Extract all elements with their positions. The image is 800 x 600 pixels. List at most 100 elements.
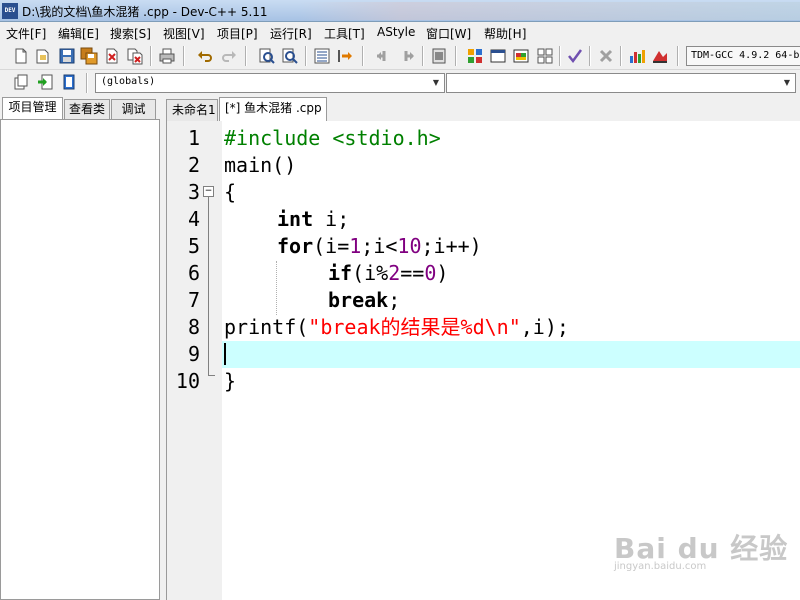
menu-help[interactable]: 帮助[H] [484, 25, 526, 42]
editor-tabs: 未命名1 [*] 鱼木混猪 .cpp [166, 97, 800, 121]
menu-astyle[interactable]: AStyle [377, 25, 415, 39]
line-number: 7 [187, 288, 200, 312]
code-line-10: 10 } [167, 368, 800, 395]
code-fragment: ) [436, 261, 449, 285]
title-bar: DEV D:\我的文档\鱼木混猪 .cpp - Dev-C++ 5.11 [0, 0, 800, 22]
line-text: break; [328, 287, 400, 314]
chart-icon[interactable] [628, 47, 646, 65]
replace-icon[interactable] [281, 47, 299, 65]
code-line-7: 7 break; [167, 287, 800, 314]
project-tree-panel[interactable] [0, 119, 160, 600]
tab-project-manager[interactable]: 项目管理 [2, 97, 63, 119]
code-line-1: 1 #include <stdio.h> [167, 125, 800, 152]
compile-icon[interactable] [430, 47, 448, 65]
code-line-8: 8 printf("break的结果是%d\n",i); [167, 314, 800, 341]
line-text: printf("break的结果是%d\n",i); [224, 314, 569, 341]
menu-file[interactable]: 文件[F] [6, 25, 46, 42]
line-text: #include <stdio.h> [224, 126, 441, 150]
menu-tools[interactable]: 工具[T] [324, 25, 365, 42]
line-number: 4 [187, 207, 200, 231]
unindent-icon[interactable] [336, 47, 354, 65]
tab-debug[interactable]: 调试 [111, 99, 156, 119]
save-icon[interactable] [58, 47, 76, 65]
baidu-jingyan-watermark: Bai du 经验 jingyan.baidu.com [614, 527, 788, 572]
save-all-icon[interactable] [80, 47, 98, 65]
keyword: if [328, 261, 353, 285]
line-number: 6 [187, 261, 200, 285]
code-line-6: 6 if(i%2==0) [167, 260, 800, 287]
keyword: break [328, 288, 389, 312]
watermark-url: jingyan.baidu.com [614, 561, 707, 572]
menu-bar: 文件[F] 编辑[E] 搜索[S] 视图[V] 项目[P] 运行[R] 工具[T… [0, 22, 800, 42]
line-number: 3 [187, 180, 200, 204]
code-line-9: 9 [167, 341, 800, 368]
bookmark-icon[interactable] [374, 47, 392, 65]
symbol-combo[interactable]: ▼ [446, 73, 796, 93]
line-text: } [224, 369, 237, 393]
undo-icon[interactable] [196, 47, 214, 65]
line-number: 1 [187, 126, 200, 150]
number-literal: 10 [397, 234, 422, 258]
chevron-down-icon[interactable]: ▼ [429, 75, 443, 91]
layout-icon[interactable] [536, 47, 554, 65]
menu-run[interactable]: 运行[R] [270, 25, 312, 42]
code-fragment: (i% [352, 261, 389, 285]
rebuild-icon[interactable] [512, 47, 530, 65]
text-caret [224, 343, 226, 365]
code-line-5: 5 for(i=1;i<10;i++) [167, 233, 800, 260]
code-fragment: ;i< [361, 234, 398, 258]
indent-icon[interactable] [313, 47, 331, 65]
new-file-icon[interactable] [12, 47, 30, 65]
redo-icon[interactable] [220, 47, 238, 65]
keyword: int [277, 207, 314, 231]
line-text: { [224, 180, 237, 204]
print-icon[interactable] [158, 47, 176, 65]
menu-project[interactable]: 项目[P] [217, 25, 258, 42]
tab-class-browser[interactable]: 查看类 [64, 99, 110, 119]
code-fragment: == [400, 261, 425, 285]
number-literal: 0 [424, 261, 437, 285]
check-syntax-icon[interactable] [566, 47, 584, 65]
open-project-icon[interactable] [34, 47, 52, 65]
function-name: printf( [224, 315, 309, 339]
line-text: for(i=1;i<10;i++) [277, 233, 482, 260]
compiler-select[interactable]: TDM-GCC 4.9.2 64-bit Release [686, 46, 800, 66]
dev-cpp-app-icon[interactable]: DEV [2, 3, 18, 19]
find-icon[interactable] [258, 47, 276, 65]
menu-edit[interactable]: 编辑[E] [58, 25, 99, 42]
scope-combo[interactable]: (globals) ▼ [95, 73, 445, 93]
line-number: 5 [187, 234, 200, 258]
line-number: 10 [175, 369, 200, 393]
number-literal: 1 [349, 234, 362, 258]
chevron-down-icon[interactable]: ▼ [780, 75, 794, 91]
tab-untitled-1[interactable]: 未命名1 [166, 99, 218, 121]
line-text: if(i%2==0) [328, 260, 448, 287]
window-title: D:\我的文档\鱼木混猪 .cpp - Dev-C++ 5.11 [22, 5, 268, 19]
goto-bookmark-icon[interactable] [60, 73, 78, 91]
menu-search[interactable]: 搜索[S] [110, 25, 151, 42]
tab-current-file[interactable]: [*] 鱼木混猪 .cpp [219, 97, 327, 121]
close-file-icon[interactable] [103, 47, 121, 65]
left-panel-tabs: 项目管理 查看类 调试 [0, 97, 160, 119]
close-all-icon[interactable] [126, 47, 144, 65]
goto-icon[interactable] [398, 47, 416, 65]
code-line-3: 3 { [167, 179, 800, 206]
line-text: int i; [277, 206, 349, 233]
toggle-bookmark-icon[interactable] [36, 73, 54, 91]
code-line-2: 2 main() [167, 152, 800, 179]
code-fragment: ,i); [520, 315, 569, 339]
code-fragment: (i= [313, 234, 350, 258]
compile-run-icon[interactable] [489, 47, 507, 65]
main-toolbar: TDM-GCC 4.9.2 64-bit Release [0, 42, 800, 70]
code-fragment: i; [313, 207, 350, 231]
menu-window[interactable]: 窗口[W] [426, 25, 471, 42]
run-icon[interactable] [466, 47, 484, 65]
string-literal: "break的结果是%d\n" [308, 315, 521, 339]
menu-view[interactable]: 视图[V] [163, 25, 205, 42]
keyword: for [277, 234, 314, 258]
secondary-toolbar: (globals) ▼ ▼ [0, 70, 800, 96]
debug-icon[interactable] [651, 47, 669, 65]
insert-icon[interactable] [12, 73, 30, 91]
stop-icon[interactable] [597, 47, 615, 65]
code-fragment: ; [388, 288, 401, 312]
